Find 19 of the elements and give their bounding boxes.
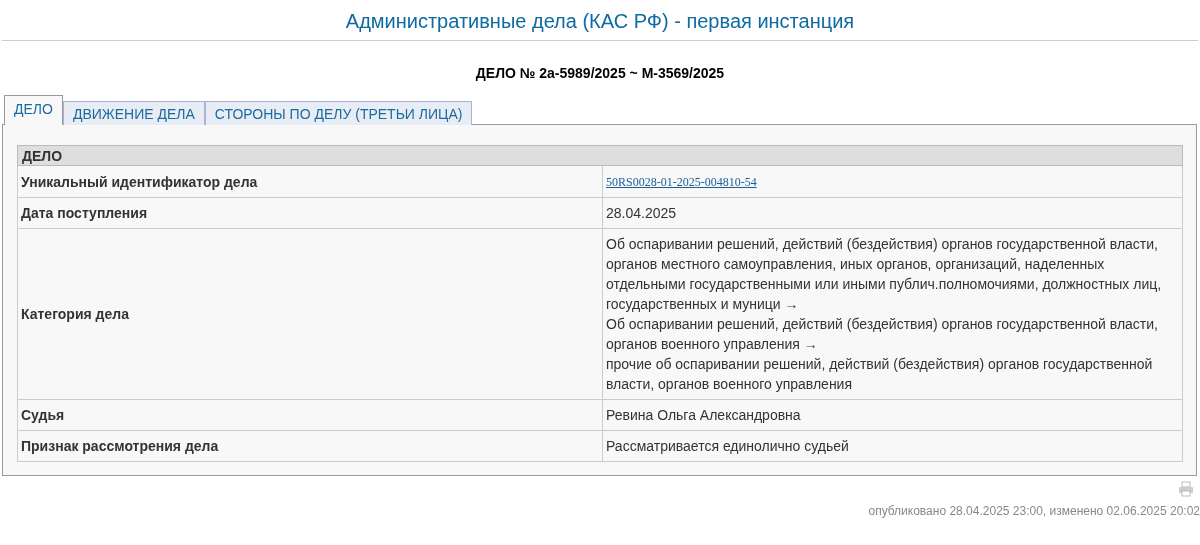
field-label: Признак рассмотрения дела	[17, 430, 603, 462]
field-label: Категория дела	[17, 228, 603, 400]
category-line: прочие об оспаривании решений, действий (бездействия) органов государственной власти, органов военного управления	[606, 355, 1154, 394]
field-label: Судья	[17, 399, 603, 431]
field-value: 28.04.2025	[602, 197, 1183, 229]
page-title: Административные дела (КАС РФ) - первая инстанция	[345, 9, 855, 33]
tab[interactable]: ДВИЖЕНИЕ ДЕЛА	[62, 101, 205, 125]
field-label: Дата поступления	[17, 197, 603, 229]
print-icon[interactable]	[1178, 481, 1194, 497]
tab[interactable]: СТОРОНЫ ПО ДЕЛУ (ТРЕТЬИ ЛИЦА)	[204, 101, 473, 125]
publication-info: опубликовано 28.04.2025 23:00, изменено 02.06.2025 20:02	[868, 504, 1200, 518]
category-line: Об оспаривании решений, действий (бездействия) органов государственной власти, органов местного самоуправления, иных органов, организаций, наделенных отдельными государственными или иными публич.полномочиями, должностных лиц, государственных и муници →	[606, 235, 1163, 314]
field-value: Рассматривается единолично судьей	[602, 430, 1183, 462]
field-label: Уникальный идентификатор дела	[17, 165, 603, 198]
case-title: ДЕЛО № 2а-5989/2025 ~ М-3569/2025	[474, 65, 726, 81]
tab[interactable]: ДЕЛО	[4, 95, 63, 125]
field-value: Ревина Ольга Александровна	[602, 399, 1183, 431]
case-id-link[interactable]: 50RS0028-01-2025-004810-54	[606, 175, 757, 189]
table-heading: ДЕЛО	[17, 145, 1183, 166]
